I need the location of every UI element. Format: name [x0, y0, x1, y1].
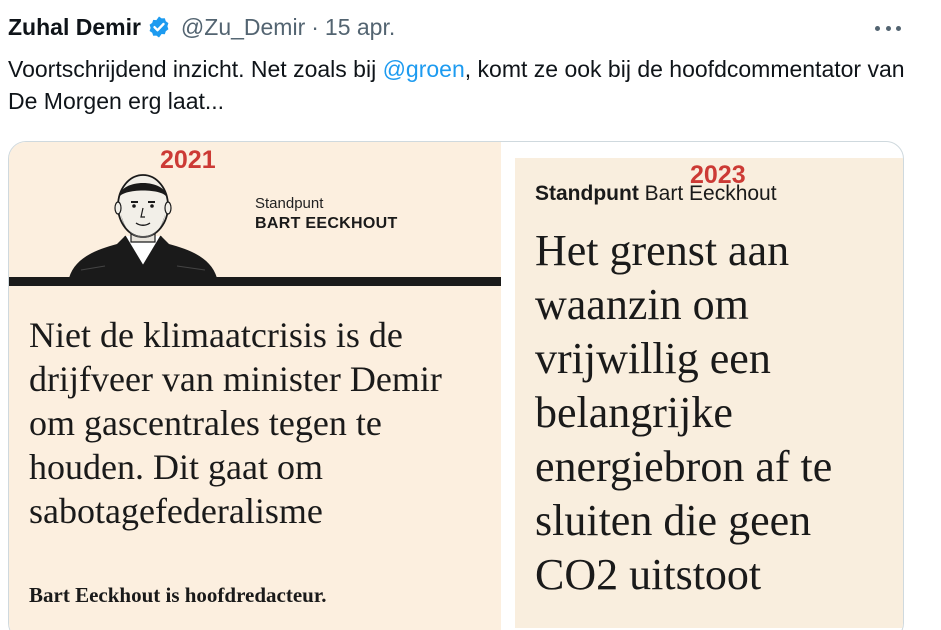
tweet: Zuhal Demir @Zu_Demir · 15 apr. Voortsch… [0, 0, 941, 630]
author-portrait [69, 174, 217, 278]
divider-rule [9, 277, 501, 286]
clipping-2023: 2023 Standpunt Bart Eeckhout Het grenst … [515, 158, 903, 628]
standpunt-label: Standpunt [255, 195, 324, 212]
standpunt-header: Standpunt Bart Eeckhout [535, 182, 777, 206]
panel-gap [501, 142, 515, 630]
tweet-header: Zuhal Demir @Zu_Demir · 15 apr. [8, 10, 395, 44]
byline: Bart Eeckhout is hoofdredacteur. [29, 583, 327, 607]
verified-badge-icon[interactable] [147, 15, 171, 39]
columnist-name: BART EECKHOUT [255, 215, 398, 232]
standpunt-label: Standpunt [535, 182, 639, 205]
columnist-name: Bart Eeckhout [644, 182, 777, 205]
headline-2023: Het grenst aan waanzin om vrijwillig een… [535, 226, 833, 599]
tweet-text: Voortschrijdend inzicht. Net zoals bij @… [8, 53, 908, 117]
more-options-icon[interactable] [872, 14, 904, 42]
author-name[interactable]: Zuhal Demir [8, 14, 141, 41]
author-handle[interactable]: @Zu_Demir [181, 14, 305, 41]
clipping-2021: 2021 Standpunt BART EECKHOUT Niet de kli… [9, 142, 501, 630]
tweet-date[interactable]: 15 apr. [325, 14, 395, 41]
header-separator: · [311, 13, 319, 40]
headline-2021: Niet de klimaatcrisis is de drijfveer va… [29, 315, 442, 531]
mention-link[interactable]: @groen [383, 56, 465, 82]
tweet-media-image[interactable]: 2021 Standpunt BART EECKHOUT Niet de kli… [8, 141, 904, 630]
tweet-text-part: Voortschrijdend inzicht. Net zoals bij [8, 56, 383, 82]
